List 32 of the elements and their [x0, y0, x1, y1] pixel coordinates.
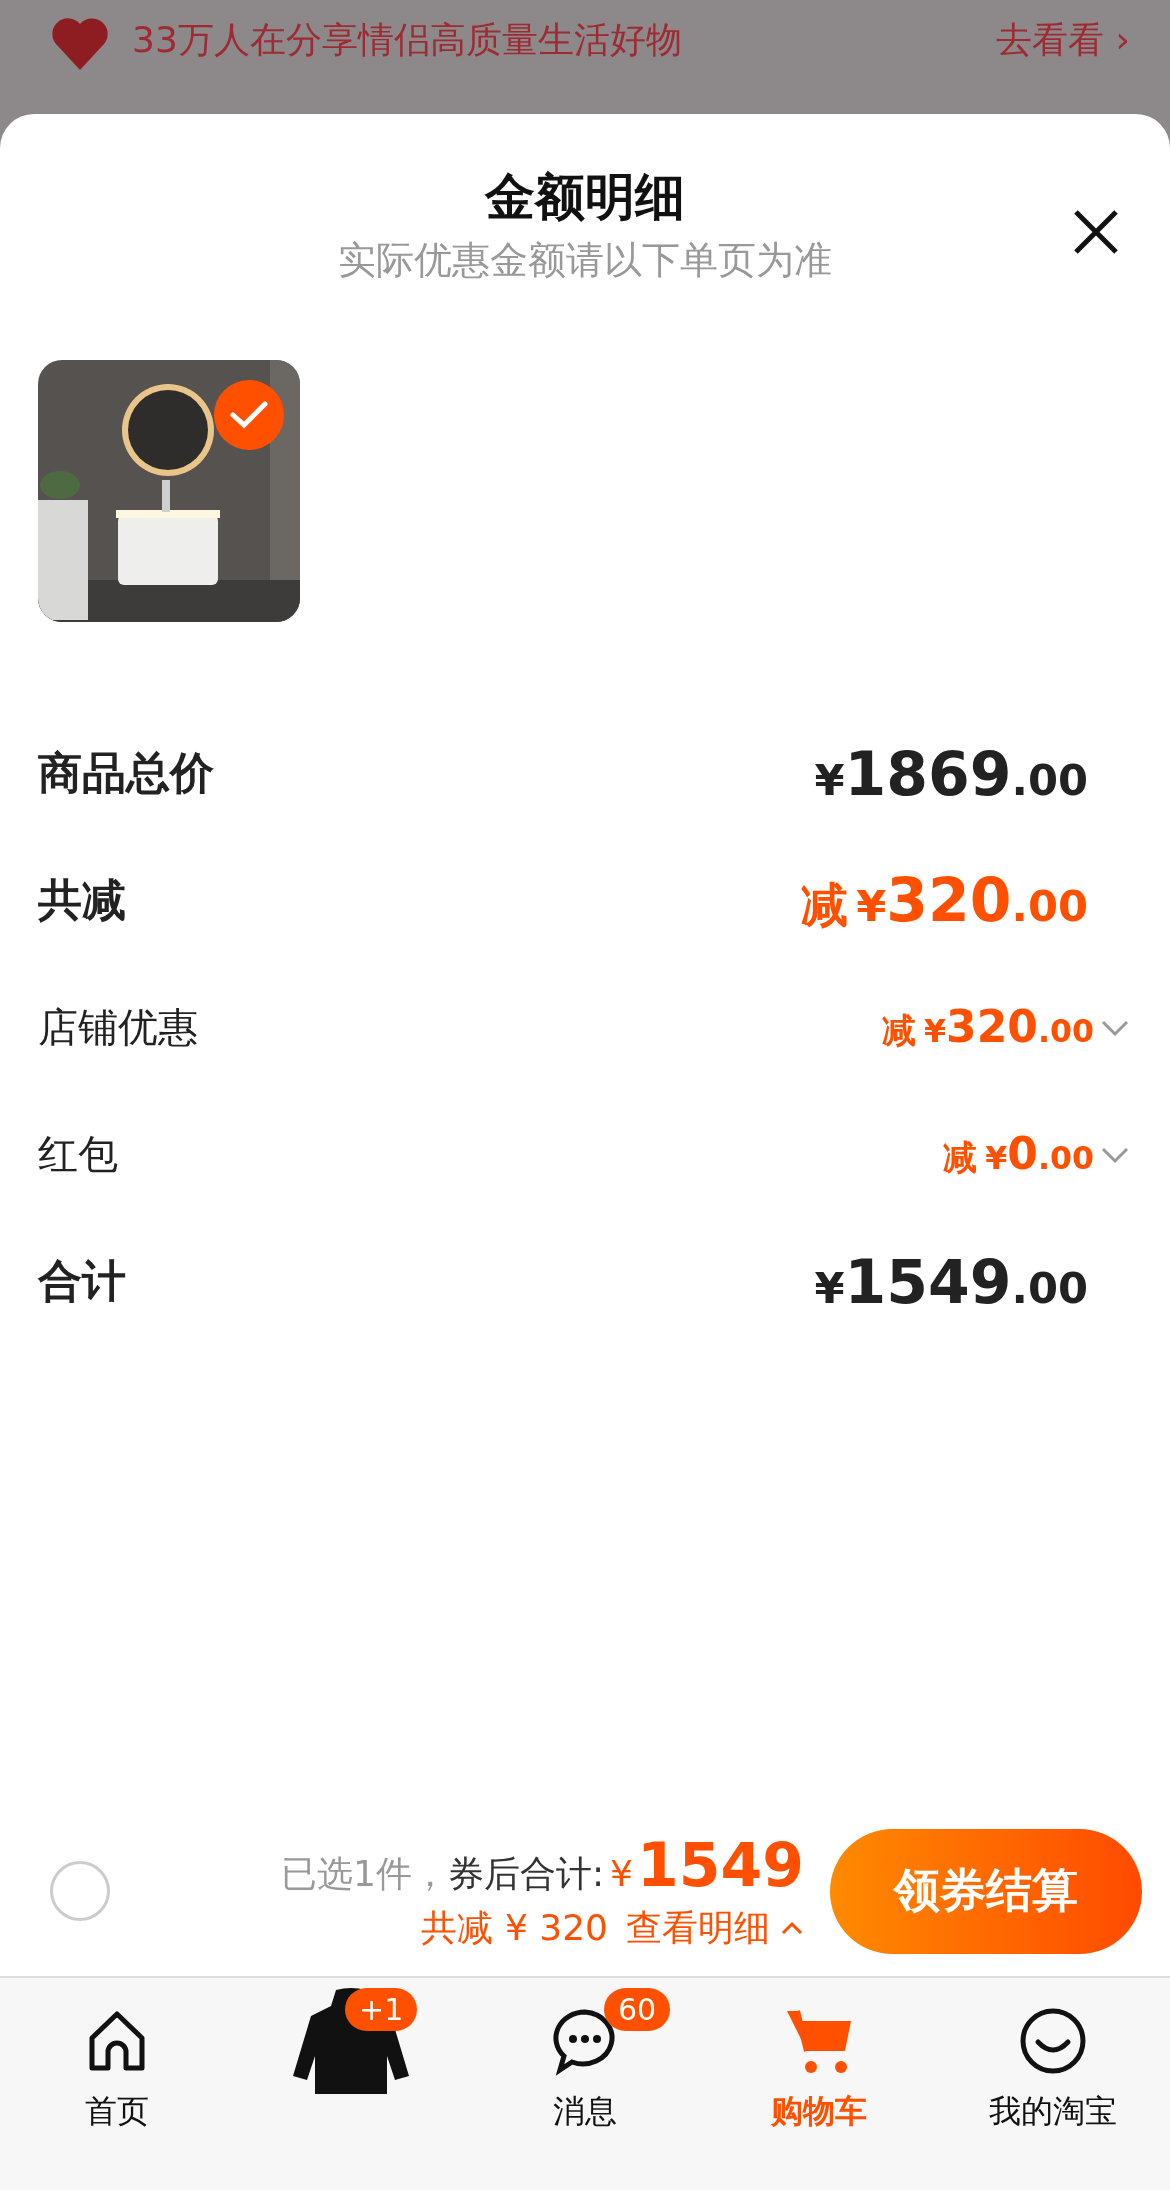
sheet-subtitle: 实际优惠金额请以下单页为准 — [338, 237, 832, 284]
total-label: 券后合计: — [447, 1851, 605, 1896]
savings-text: 共减 ¥ 320 — [421, 1905, 608, 1950]
banner-text: 33万人在分享情侣高质量生活好物 — [132, 18, 683, 62]
caret-icon — [780, 1920, 804, 1936]
details-link[interactable]: 查看明细 — [626, 1903, 804, 1953]
total-amount: 1549 — [637, 1829, 804, 1900]
tab-item[interactable]: +1 — [234, 1978, 468, 2190]
amount: 减 ¥320.00 — [801, 864, 1088, 937]
tab-item[interactable]: 首页 — [0, 1978, 234, 2190]
selected-count: 已选1件， — [281, 1851, 448, 1896]
tab-item[interactable]: 购物车 — [702, 1978, 936, 2190]
currency-symbol: ¥ — [610, 1852, 633, 1894]
row-label: 店铺优惠 — [38, 1003, 198, 1052]
row-label: 红包 — [38, 1130, 118, 1179]
row-label: 商品总价 — [38, 746, 214, 800]
smile-icon — [1018, 2006, 1088, 2076]
heart-icon — [50, 16, 110, 72]
amount: ¥1869.00 — [814, 738, 1088, 809]
row-label: 共减 — [38, 873, 126, 927]
tab-item[interactable]: 我的淘宝 — [936, 1978, 1170, 2190]
checkout-button[interactable]: 领券结算 — [830, 1828, 1142, 1954]
banner-link[interactable]: 去看看 › — [996, 12, 1130, 68]
sheet-title: 金额明细 — [485, 167, 685, 228]
amount: 减 ¥320.00 — [882, 1001, 1094, 1054]
count-badge: +1 — [345, 1988, 418, 2031]
row-label: 合计 — [38, 1254, 126, 1308]
amount: ¥1549.00 — [814, 1246, 1088, 1317]
amount: 减 ¥0.00 — [943, 1128, 1094, 1181]
tab-item[interactable]: 60 消息 — [468, 1978, 702, 2190]
select-all-radio[interactable] — [50, 1861, 110, 1921]
count-badge: 60 — [604, 1988, 671, 2031]
